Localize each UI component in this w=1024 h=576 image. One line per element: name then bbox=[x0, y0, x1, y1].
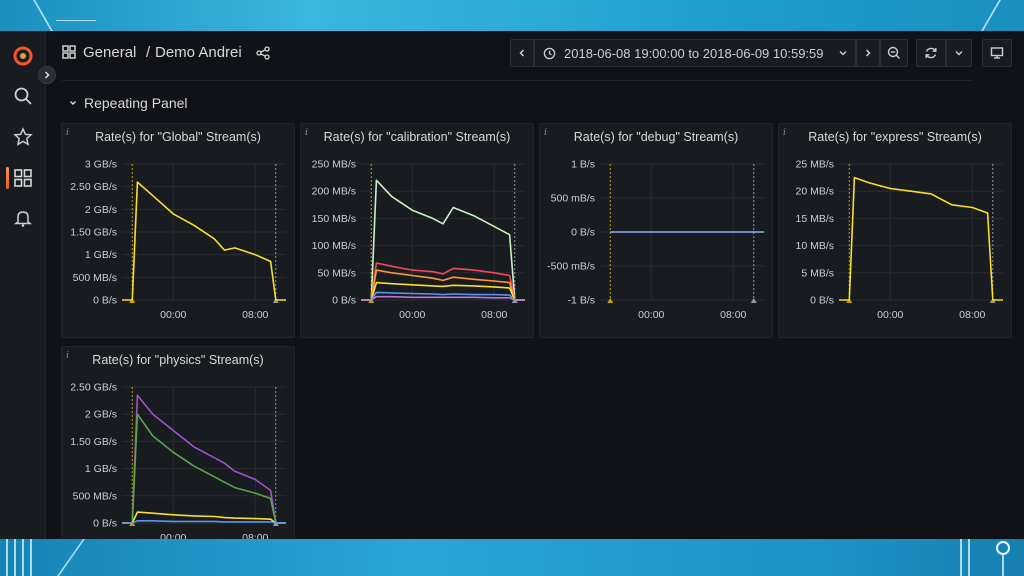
search-icon[interactable] bbox=[12, 85, 34, 107]
y-tick-label: 0 B/s bbox=[93, 295, 117, 307]
x-tick-label: 00:00 bbox=[160, 532, 186, 539]
chart-svg: 250 MB/s 200 MB/s 150 MB/s 100 MB/s 50 MB/s 0… bbox=[312, 159, 525, 321]
y-tick-label: 1 GB/s bbox=[85, 463, 117, 475]
time-shift-forward-button[interactable] bbox=[856, 39, 880, 67]
x-tick-label: 08:00 bbox=[720, 309, 746, 321]
y-tick-label: 2 GB/s bbox=[85, 409, 117, 421]
time-range-picker[interactable]: 2018-06-08 19:00:00 to 2018-06-09 10:59:… bbox=[534, 39, 856, 67]
breadcrumb-folder[interactable]: General bbox=[83, 44, 136, 61]
breadcrumb-dashboard[interactable]: Demo Andrei bbox=[155, 44, 242, 61]
x-tick-label: 08:00 bbox=[242, 309, 268, 321]
panel-calibration[interactable]: i Rate(s) for "calibration" Stream(s) 25… bbox=[300, 123, 534, 338]
x-tick-label: 08:00 bbox=[959, 309, 985, 321]
chart-svg: 2.50 GB/s 2 GB/s 1.50 GB/s 1 GB/s 500 MB/s 0 … bbox=[70, 382, 286, 539]
y-tick-label: 2.50 GB/s bbox=[70, 382, 117, 394]
chart-svg: 25 MB/s 20 MB/s 15 MB/s 10 MB/s 5 MB/s 0 B/s 0… bbox=[795, 159, 1003, 321]
grafana-logo[interactable] bbox=[12, 45, 34, 67]
y-tick-label: 500 MB/s bbox=[73, 490, 117, 502]
sidebar-expand-button[interactable] bbox=[38, 66, 56, 84]
y-tick-label: 1.50 GB/s bbox=[70, 436, 117, 448]
y-tick-label: 25 MB/s bbox=[795, 159, 834, 171]
y-tick-label: 10 MB/s bbox=[795, 240, 834, 252]
clock-icon bbox=[543, 47, 556, 59]
chart-svg: 3 GB/s 2.50 GB/s 2 GB/s 1.50 GB/s 1 GB/s 500 … bbox=[70, 159, 286, 321]
y-tick-label: 0 B/s bbox=[332, 295, 356, 307]
y-tick-label: -500 mB/s bbox=[547, 261, 595, 273]
refresh-icon bbox=[925, 47, 937, 59]
zoom-out-icon bbox=[887, 46, 900, 59]
chevron-down-icon bbox=[955, 51, 963, 56]
tv-mode-button[interactable] bbox=[982, 39, 1012, 67]
y-tick-label: 3 GB/s bbox=[85, 159, 117, 171]
time-shift-back-button[interactable] bbox=[510, 39, 534, 67]
series-line-0[interactable] bbox=[122, 181, 286, 301]
y-tick-label: 50 MB/s bbox=[317, 267, 356, 279]
x-tick-label: 08:00 bbox=[481, 309, 507, 321]
time-range-label: 2018-06-08 19:00:00 to 2018-06-09 10:59:… bbox=[564, 45, 824, 61]
collapsed-row-remnant bbox=[62, 75, 972, 81]
slide-frame-bottom bbox=[0, 539, 1024, 576]
y-tick-label: 500 mB/s bbox=[551, 193, 595, 205]
refresh-button[interactable] bbox=[916, 39, 946, 67]
y-tick-label: 5 MB/s bbox=[801, 267, 834, 279]
active-indicator bbox=[6, 167, 9, 189]
x-tick-label: 00:00 bbox=[160, 309, 186, 321]
y-tick-label: -1 B/s bbox=[568, 295, 595, 307]
y-tick-label: 2 GB/s bbox=[85, 204, 117, 216]
refresh-interval-dropdown[interactable] bbox=[946, 39, 972, 67]
y-tick-label: 1.50 GB/s bbox=[70, 227, 117, 239]
y-tick-label: 150 MB/s bbox=[312, 213, 356, 225]
y-tick-label: 0 B/s bbox=[571, 227, 595, 239]
y-tick-label: 250 MB/s bbox=[312, 159, 356, 171]
bell-icon[interactable] bbox=[12, 207, 34, 229]
dashboard-grid-icon bbox=[62, 45, 76, 64]
y-tick-label: 500 MB/s bbox=[73, 272, 117, 284]
y-tick-label: 2.50 GB/s bbox=[70, 181, 117, 193]
sidebar bbox=[0, 31, 46, 539]
chevron-down-icon bbox=[70, 101, 76, 105]
x-tick-label: 08:00 bbox=[242, 532, 268, 539]
zoom-out-button[interactable] bbox=[880, 39, 908, 67]
chevron-left-icon bbox=[519, 49, 525, 57]
x-tick-label: 00:00 bbox=[877, 309, 903, 321]
y-tick-label: 100 MB/s bbox=[312, 240, 356, 252]
star-icon[interactable] bbox=[12, 126, 34, 148]
row-header[interactable]: Repeating Panel bbox=[68, 95, 188, 111]
chevron-down-icon bbox=[839, 51, 846, 56]
chart-svg: 1 B/s 500 mB/s 0 B/s -500 mB/s -1 B/s 00:00 08… bbox=[547, 159, 764, 321]
y-tick-label: 1 B/s bbox=[571, 159, 595, 171]
panel-debug[interactable]: i Rate(s) for "debug" Stream(s) 1 B/s 500… bbox=[539, 123, 773, 338]
share-icon[interactable] bbox=[256, 46, 270, 65]
x-tick-label: 00:00 bbox=[399, 309, 425, 321]
dashboard-navbar: General / Demo Andrei 2018-06-08 19:00:0… bbox=[46, 31, 1024, 75]
series-line-0[interactable] bbox=[839, 176, 1003, 301]
slide-frame-top bbox=[0, 0, 1024, 31]
y-tick-label: 15 MB/s bbox=[795, 213, 834, 225]
y-tick-label: 1 GB/s bbox=[85, 249, 117, 261]
y-tick-label: 200 MB/s bbox=[312, 186, 356, 198]
grid-icon[interactable] bbox=[12, 167, 34, 189]
breadcrumb-separator: / bbox=[146, 44, 151, 61]
row-title: Repeating Panel bbox=[84, 95, 188, 111]
chevron-right-icon bbox=[865, 49, 871, 57]
y-tick-label: 20 MB/s bbox=[795, 186, 834, 198]
y-tick-label: 0 B/s bbox=[810, 295, 834, 307]
panel-global[interactable]: i Rate(s) for "Global" Stream(s) 3 GB/s 2… bbox=[61, 123, 295, 338]
y-tick-label: 0 B/s bbox=[93, 518, 117, 530]
grafana-app: General / Demo Andrei 2018-06-08 19:00:0… bbox=[0, 31, 1024, 539]
panel-physics[interactable]: i Rate(s) for "physics" Stream(s) 2.50 G… bbox=[61, 346, 295, 539]
tv-icon bbox=[990, 47, 1004, 59]
panel-express[interactable]: i Rate(s) for "express" Stream(s) 25 MB/… bbox=[778, 123, 1012, 338]
x-tick-label: 00:00 bbox=[638, 309, 664, 321]
